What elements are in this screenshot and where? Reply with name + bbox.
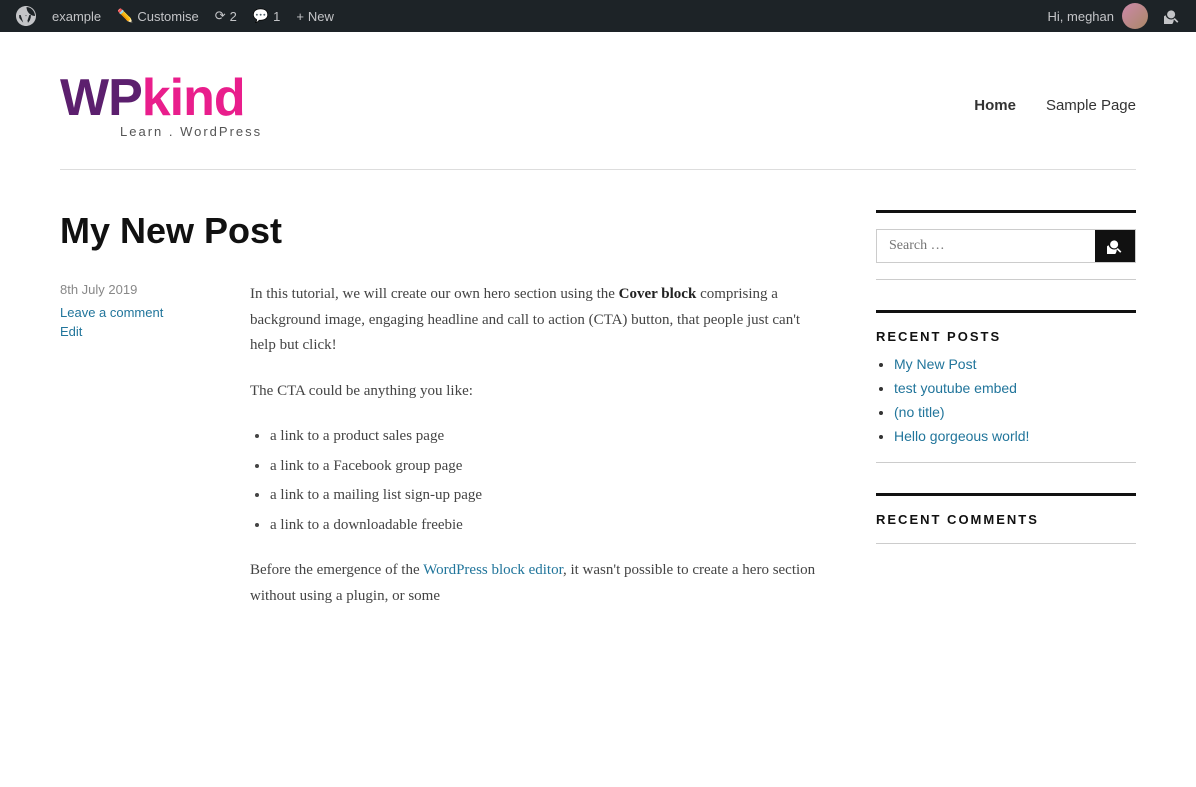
logo-wrapper: WPkind Learn . WordPress: [60, 72, 262, 139]
recent-post-link[interactable]: Hello gorgeous world!: [894, 428, 1029, 444]
bullet-item: a link to a Facebook group page: [270, 454, 816, 480]
nav-sample-page[interactable]: Sample Page: [1046, 97, 1136, 114]
comments-count: 1: [273, 9, 280, 24]
content-wrapper: My New Post 8th July 2019 Leave a commen…: [0, 170, 1196, 669]
recent-posts-list: My New Post test youtube embed (no title) H…: [894, 356, 1136, 446]
search-form: [876, 229, 1136, 263]
site-logo: WPkind: [60, 72, 262, 124]
site-header: WPkind Learn . WordPress Home Sample Pag…: [0, 32, 1196, 169]
new-label: New: [308, 9, 334, 24]
post-date: 8th July 2019: [60, 282, 230, 297]
search-icon: [1107, 238, 1123, 254]
updates-count: 2: [230, 9, 237, 24]
edit-link[interactable]: Edit: [60, 324, 230, 339]
plus-icon: +: [296, 9, 304, 24]
recent-comments-widget: RECENT COMMENTS: [876, 493, 1136, 544]
site-tagline: Learn . WordPress: [120, 124, 262, 139]
site-name-label: example: [52, 9, 101, 24]
recent-post-link[interactable]: test youtube embed: [894, 380, 1017, 396]
recent-post-link[interactable]: My New Post: [894, 356, 976, 372]
post-paragraph-2: The CTA could be anything you like:: [250, 379, 816, 405]
logo-wp: WP: [60, 69, 142, 127]
updates-icon: ⟳: [215, 8, 226, 24]
bullet-item: a link to a downloadable freebie: [270, 513, 816, 539]
admin-bar: example ✏️ Customise ⟳ 2 💬 1 + New Hi, m…: [0, 0, 1196, 32]
admin-search-button[interactable]: [1156, 0, 1188, 32]
post-paragraph-1: In this tutorial, we will create our own…: [250, 282, 816, 359]
recent-comments-heading: RECENT COMMENTS: [876, 512, 1136, 527]
post-p1-bold: Cover block: [619, 286, 697, 302]
recent-comments-divider-top: [876, 493, 1136, 496]
recent-posts-divider-bottom: [876, 462, 1136, 463]
recent-post-item: My New Post: [894, 356, 1136, 374]
avatar: [1122, 3, 1148, 29]
search-divider-bottom: [876, 279, 1136, 280]
post-p3-pre: Before the emergence of the: [250, 562, 423, 578]
sidebar: RECENT POSTS My New Post test youtube emb…: [876, 210, 1136, 629]
search-widget: [876, 210, 1136, 280]
post-paragraph-3: Before the emergence of the WordPress bl…: [250, 558, 816, 609]
recent-posts-widget: RECENT POSTS My New Post test youtube emb…: [876, 310, 1136, 463]
nav-home[interactable]: Home: [974, 97, 1016, 114]
comments-icon: 💬: [253, 8, 269, 24]
customise-button[interactable]: ✏️ Customise: [109, 0, 207, 32]
post-meta: 8th July 2019 Leave a comment Edit: [60, 282, 230, 339]
post-title: My New Post: [60, 210, 816, 252]
bullet-list: a link to a product sales page a link to …: [270, 424, 816, 538]
block-editor-link[interactable]: WordPress block editor: [423, 562, 563, 578]
search-button[interactable]: [1095, 230, 1135, 262]
customise-label: Customise: [137, 9, 198, 24]
post-p1-pre: In this tutorial, we will create our own…: [250, 286, 619, 302]
recent-post-item: Hello gorgeous world!: [894, 428, 1136, 446]
bullet-item: a link to a mailing list sign-up page: [270, 483, 816, 509]
recent-post-item: test youtube embed: [894, 380, 1136, 398]
recent-comments-divider-bottom: [876, 543, 1136, 544]
site-nav: Home Sample Page: [974, 97, 1136, 114]
new-button[interactable]: + New: [288, 0, 342, 32]
hi-user-text: Hi, meghan: [1048, 9, 1114, 24]
search-input[interactable]: [877, 230, 1095, 262]
leave-comment-link[interactable]: Leave a comment: [60, 305, 230, 320]
wp-logo-button[interactable]: [8, 0, 44, 32]
comments-button[interactable]: 💬 1: [245, 0, 288, 32]
recent-post-link[interactable]: (no title): [894, 404, 945, 420]
site-name-button[interactable]: example: [44, 0, 109, 32]
logo-kind: kind: [142, 69, 245, 127]
search-divider-top: [876, 210, 1136, 213]
post-body: In this tutorial, we will create our own…: [250, 282, 816, 609]
hi-user-button[interactable]: Hi, meghan: [1040, 0, 1156, 32]
bullet-item: a link to a product sales page: [270, 424, 816, 450]
recent-posts-divider-top: [876, 310, 1136, 313]
pencil-icon: ✏️: [117, 8, 133, 24]
recent-posts-heading: RECENT POSTS: [876, 329, 1136, 344]
updates-button[interactable]: ⟳ 2: [207, 0, 245, 32]
recent-post-item: (no title): [894, 404, 1136, 422]
main-content: My New Post 8th July 2019 Leave a commen…: [60, 210, 816, 629]
